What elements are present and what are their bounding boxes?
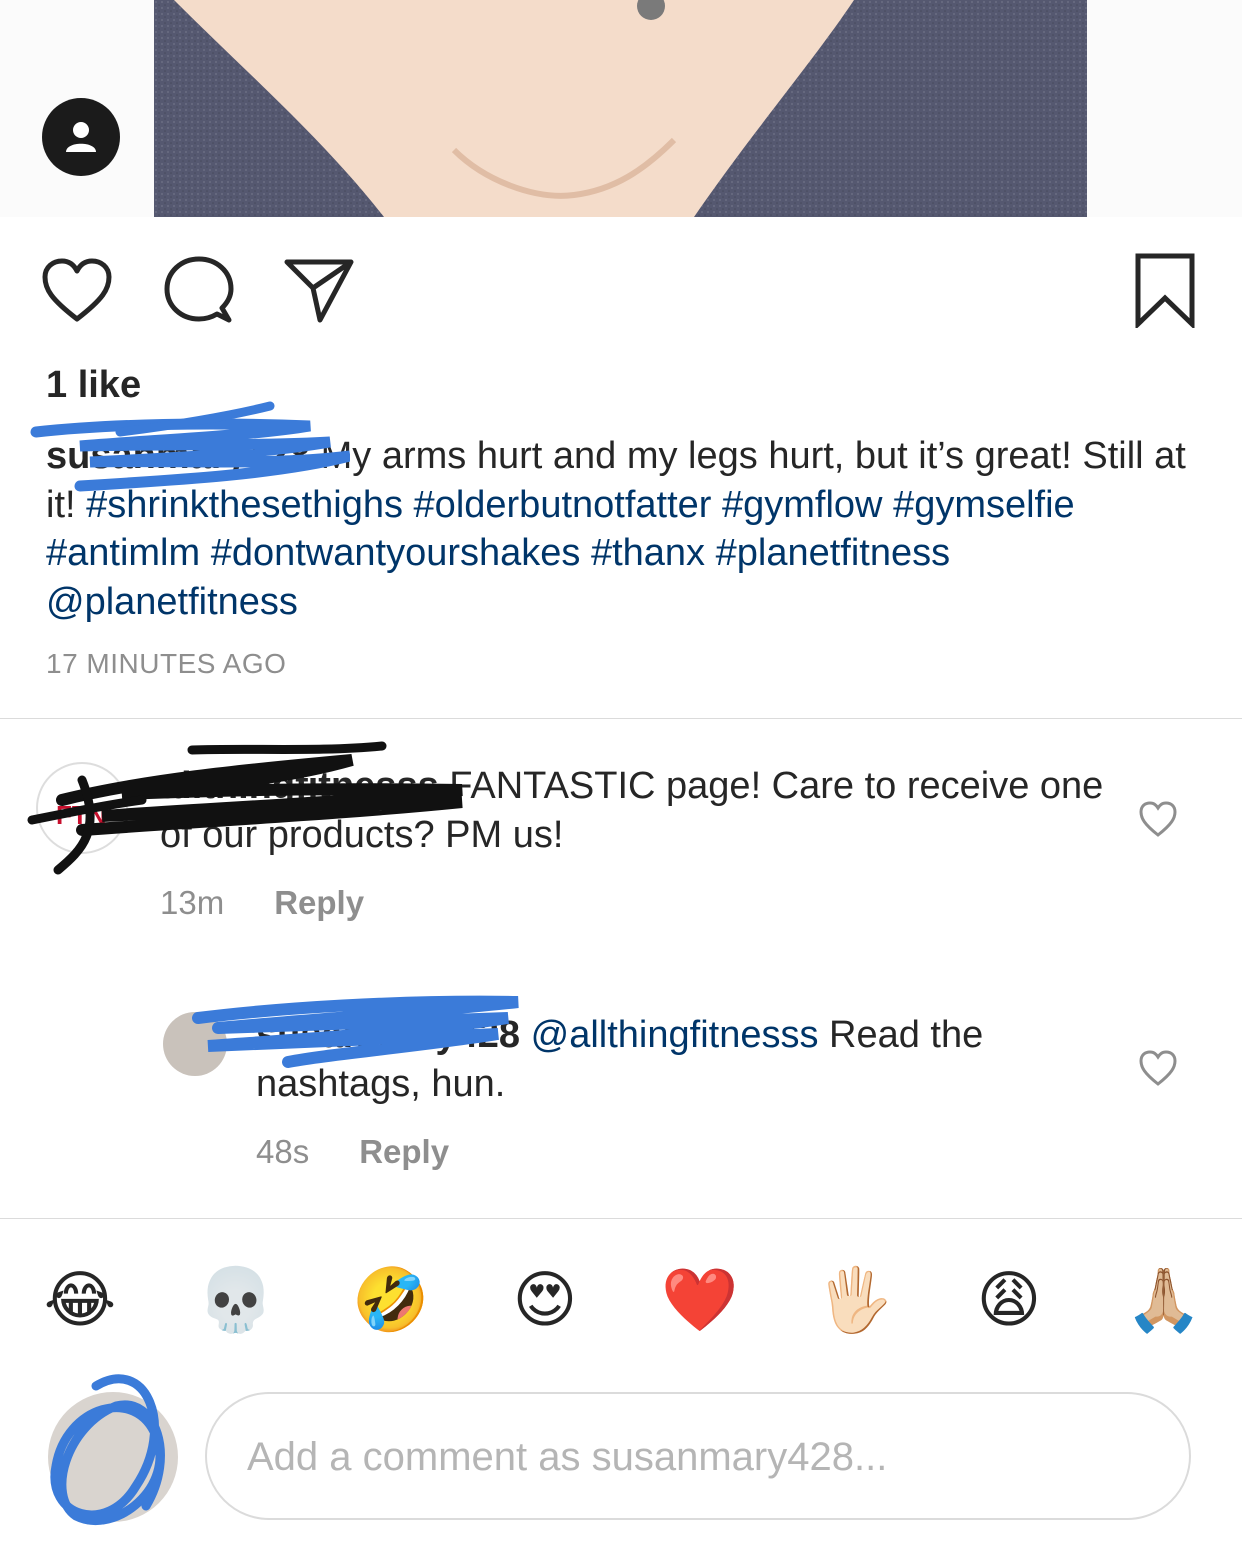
- photo-content: [154, 0, 1087, 217]
- heart-icon: [1139, 801, 1177, 837]
- comment-composer[interactable]: [205, 1392, 1191, 1520]
- like-button[interactable]: [39, 252, 115, 328]
- comment-body: allthingfitnesss FANTASTIC page! Care to…: [160, 762, 1120, 859]
- hashtag-link[interactable]: #shrinkthesethighs: [86, 484, 403, 526]
- reply-meta: 48s Reply: [256, 1133, 449, 1171]
- reply-time: 48s: [256, 1133, 310, 1170]
- post-caption: susanmary428 My arms hurt and my legs hu…: [46, 432, 1196, 626]
- hashtag-link[interactable]: #gymflow: [722, 484, 883, 526]
- likes-count[interactable]: 1 like: [46, 364, 141, 407]
- hashtag-link[interactable]: #gymselfie: [893, 484, 1075, 526]
- comment-icon: [164, 256, 234, 323]
- emoji-button[interactable]: 😩: [971, 1262, 1047, 1338]
- hashtag-link[interactable]: #planetfitness: [716, 532, 951, 574]
- comment-like-button[interactable]: [1138, 800, 1178, 845]
- reply-body: susanmary428 @allthingfitnesss Read the …: [256, 1011, 1116, 1108]
- emoji-button[interactable]: ❤️: [661, 1262, 738, 1338]
- comment-avatar[interactable]: FTN: [36, 762, 128, 854]
- emoji-button[interactable]: 🙏🏼: [1125, 1262, 1202, 1338]
- bookmark-icon: [1135, 253, 1195, 328]
- photo-margin-right: [1087, 0, 1242, 217]
- caption-mention[interactable]: @planetfitness: [46, 581, 298, 623]
- heart-icon: [42, 258, 112, 322]
- comment-input[interactable]: [245, 1394, 1169, 1520]
- composer-avatar: [48, 1392, 178, 1522]
- reply-avatar[interactable]: [163, 1012, 227, 1076]
- user-icon: [66, 122, 96, 152]
- emoji-button[interactable]: 💀: [197, 1262, 274, 1338]
- emoji-button[interactable]: 🖐🏻: [816, 1262, 893, 1338]
- heart-icon: [1139, 1050, 1177, 1086]
- comment-meta: 13m Reply: [160, 884, 364, 922]
- share-button[interactable]: [281, 252, 357, 328]
- emoji-button[interactable]: 😍: [507, 1262, 583, 1338]
- reply-mention[interactable]: @allthingfitnesss: [531, 1014, 819, 1056]
- caption-username[interactable]: susanmary428: [46, 435, 310, 477]
- hashtag-link[interactable]: #olderbutnotfatter: [414, 484, 712, 526]
- reply-button[interactable]: Reply: [274, 884, 364, 921]
- emoji-button[interactable]: 🤣: [352, 1262, 429, 1338]
- caption-hashtags: #shrinkthesethighs #olderbutnotfatter #g…: [46, 484, 1075, 575]
- divider: [0, 1218, 1242, 1219]
- reply-username[interactable]: susanmary428: [256, 1014, 520, 1056]
- post-photo[interactable]: [154, 0, 1087, 217]
- reply-like-button[interactable]: [1138, 1049, 1178, 1094]
- avatar-logo: FTN: [56, 800, 107, 830]
- owner-avatar[interactable]: [42, 98, 120, 176]
- divider: [0, 718, 1242, 719]
- save-button[interactable]: [1127, 252, 1203, 328]
- hashtag-link[interactable]: #thanx: [591, 532, 705, 574]
- comment-button[interactable]: [160, 252, 236, 328]
- share-icon: [284, 259, 354, 323]
- emoji-button[interactable]: 😂: [42, 1262, 118, 1338]
- hashtag-link[interactable]: #antimlm: [46, 532, 200, 574]
- post-timestamp: 17 MINUTES AGO: [46, 648, 287, 679]
- reply-button[interactable]: Reply: [359, 1133, 449, 1170]
- comment-username[interactable]: allthingfitnesss: [160, 765, 439, 807]
- hashtag-link[interactable]: #dontwantyourshakes: [211, 532, 581, 574]
- svg-text:FTN: FTN: [56, 800, 107, 830]
- comment-time: 13m: [160, 884, 225, 921]
